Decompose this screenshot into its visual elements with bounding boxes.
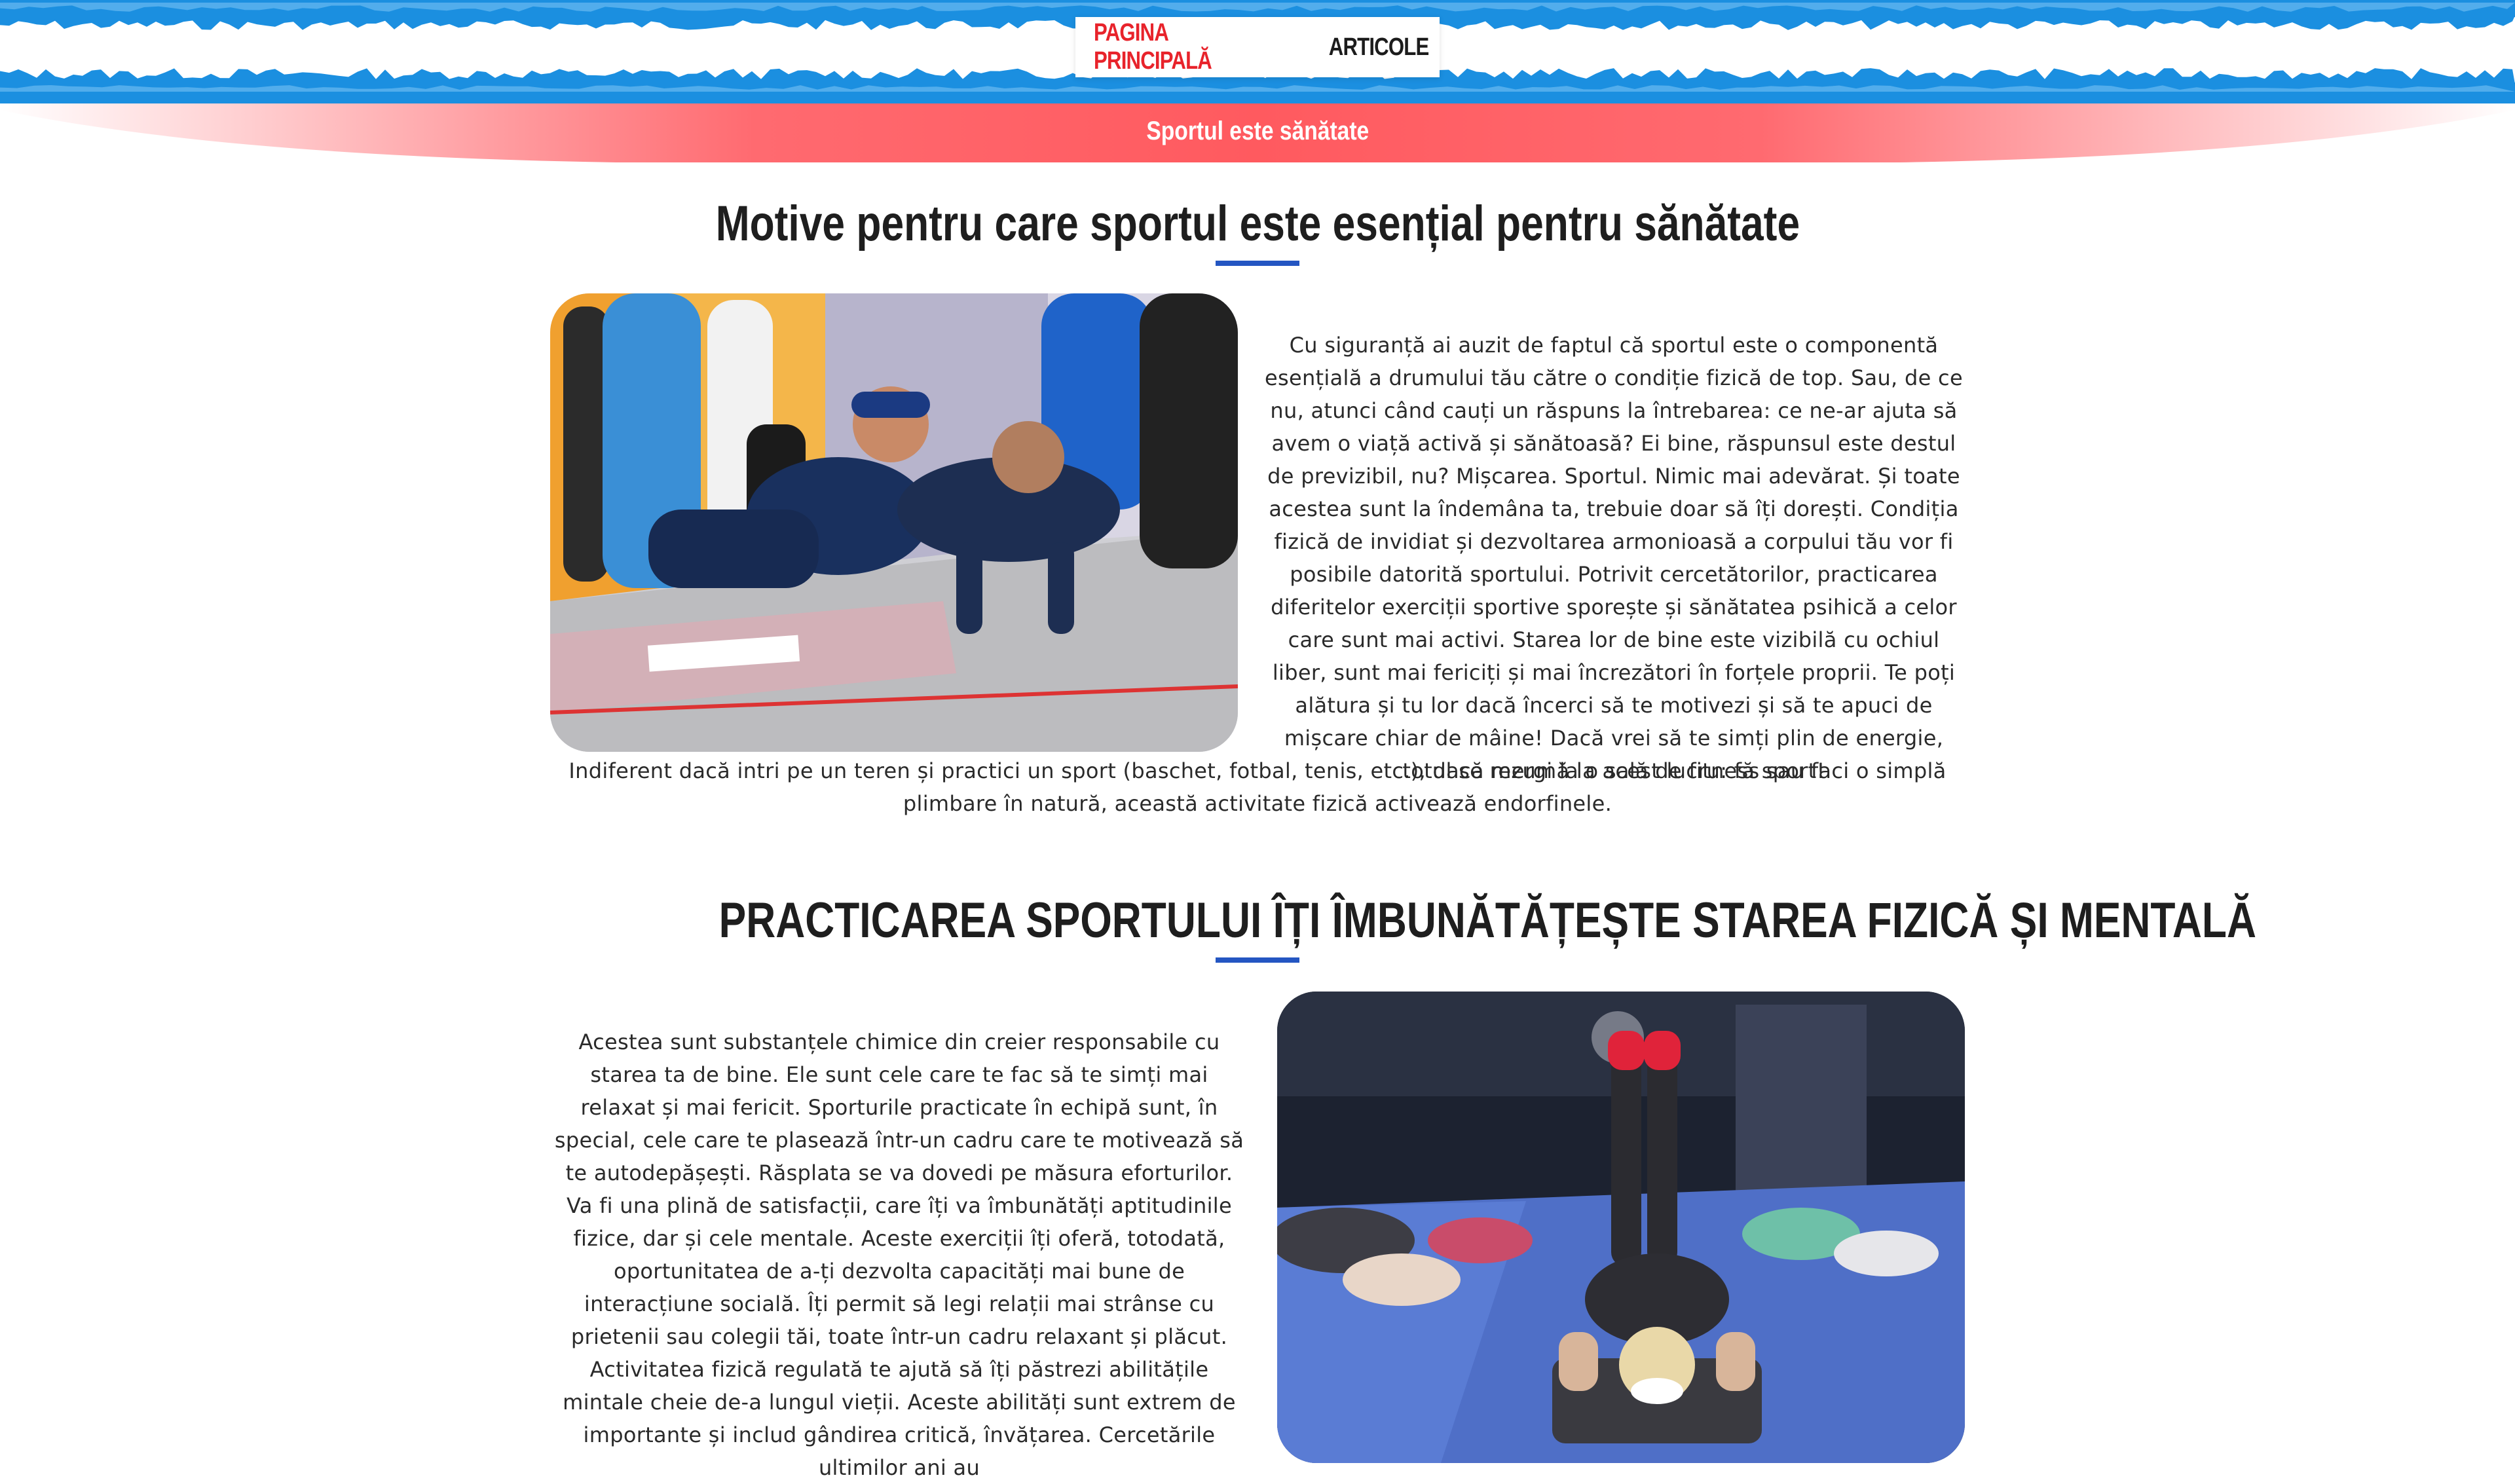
title-underline: [1216, 261, 1299, 266]
section-text-below: Indiferent dacă intri pe un teren și pra…: [568, 758, 1947, 816]
fitness-class-image: [1277, 992, 1965, 1463]
section-title: PRACTICAREA SPORTULUI ÎȚI ÎMBUNĂTĂȚEȘTE …: [718, 893, 2256, 948]
section-text-beside: Cu siguranță ai auzit de faptul că sport…: [1265, 333, 1963, 783]
photo-fitness-class: [1277, 992, 1965, 1463]
nav-link-articles[interactable]: ARTICOLE: [1329, 33, 1430, 62]
pushups-image: [550, 293, 1238, 752]
section-text-beside: Acestea sunt substanțele chimice din cre…: [554, 1030, 1244, 1480]
title-underline: [1216, 957, 1299, 963]
nav-link-home[interactable]: PAGINA PRINCIPALĂ: [1094, 19, 1261, 75]
section-title: Motive pentru care sportul este esențial…: [715, 196, 1800, 251]
photo-pushups: [550, 293, 1238, 752]
main-nav: PAGINA PRINCIPALĂ ARTICOLE: [1075, 17, 1440, 77]
page-subtitle: Sportul este sănătate: [1146, 117, 1369, 145]
